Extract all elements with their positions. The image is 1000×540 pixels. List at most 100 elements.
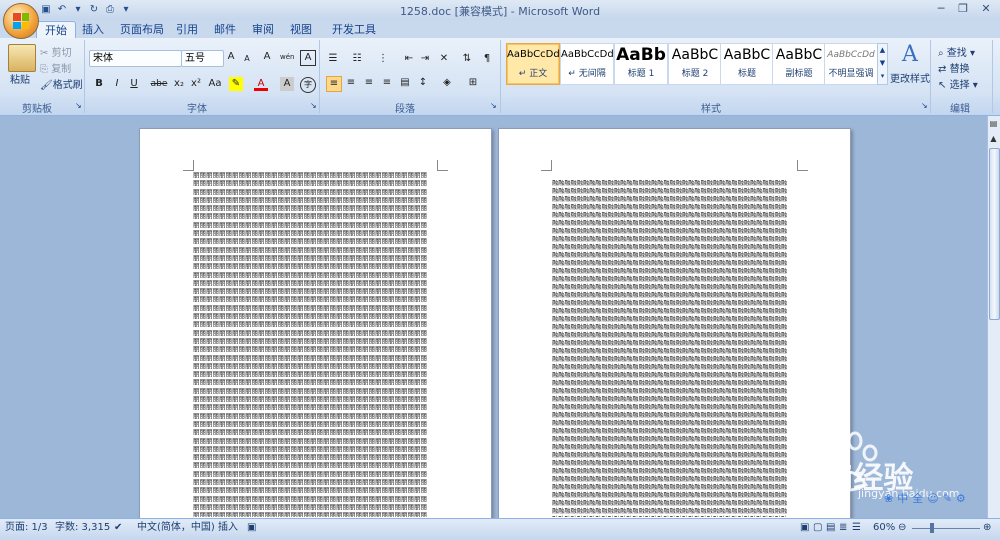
smile-icon[interactable]: ☺ bbox=[927, 492, 938, 505]
highlight-icon[interactable]: ✎ bbox=[229, 77, 243, 91]
sort-icon[interactable]: ⇅ bbox=[460, 52, 474, 66]
change-case-button[interactable]: Aa bbox=[206, 77, 224, 91]
paste-button[interactable]: 粘贴 bbox=[10, 71, 30, 86]
font-color-button[interactable]: A bbox=[254, 77, 268, 91]
minimize-button[interactable]: ─ bbox=[930, 0, 952, 18]
select-button[interactable]: ↖ 选择 ▾ bbox=[938, 76, 978, 91]
styles-scroll[interactable]: ▲ ▼ ▾ bbox=[877, 43, 888, 85]
style-subtle-emphasis[interactable]: AaBbCcDd 不明显强调 bbox=[824, 43, 878, 85]
replace-icon: ⇄ bbox=[938, 64, 947, 75]
ruler-toggle-icon[interactable]: ▤ bbox=[988, 119, 999, 131]
bd-toolbar-zh[interactable]: 中 bbox=[897, 490, 908, 506]
page-2-text: 融融融融融融融融融融融融融融融融融融融融融融融融融融融融融融融融融融融融融融 融… bbox=[552, 180, 788, 517]
zoom-in-icon[interactable]: ⊕ bbox=[983, 521, 991, 535]
font-size-select[interactable]: 五号 bbox=[181, 50, 224, 67]
superscript-button[interactable]: x² bbox=[189, 77, 203, 91]
align-right-icon[interactable]: ≡ bbox=[362, 76, 376, 90]
page-1-text: 丽丽丽丽丽丽丽丽丽丽丽丽丽丽丽丽丽丽丽丽丽丽丽丽丽丽丽丽丽丽丽丽丽丽丽丽 丽丽丽… bbox=[193, 171, 427, 517]
replace-button[interactable]: ⇄ 替换 bbox=[938, 60, 970, 75]
decrease-indent-icon[interactable]: ⇤ bbox=[402, 52, 416, 66]
style-normal[interactable]: AaBbCcDd ↵ 正文 bbox=[506, 43, 560, 85]
style-heading-2[interactable]: AaBbC 标题 2 bbox=[668, 43, 722, 85]
bold-button[interactable]: B bbox=[92, 77, 106, 91]
tab-home[interactable]: 开始 bbox=[36, 21, 76, 39]
clipboard-launcher-icon[interactable]: ↘ bbox=[75, 101, 82, 110]
window-title: 1258.doc [兼容模式] - Microsoft Word bbox=[399, 5, 601, 18]
tab-review[interactable]: 审阅 bbox=[244, 21, 282, 38]
shading-icon[interactable]: ◈ bbox=[440, 76, 454, 90]
view-print-layout-icon[interactable]: ▣ bbox=[800, 521, 809, 535]
scissors-icon: ✂ bbox=[40, 48, 49, 59]
zoom-level[interactable]: 60% bbox=[873, 521, 895, 535]
change-styles-icon[interactable]: A bbox=[893, 42, 927, 68]
tab-insert[interactable]: 插入 bbox=[74, 21, 112, 38]
strikethrough-button[interactable]: abe bbox=[150, 77, 168, 91]
language-indicator[interactable]: 中文(简体，中国) bbox=[137, 521, 215, 535]
shrink-font-button[interactable]: A bbox=[240, 52, 254, 66]
scrollbar-thumb[interactable] bbox=[989, 148, 1000, 320]
bullets-icon[interactable]: ☰ bbox=[326, 52, 340, 66]
style-subtitle[interactable]: AaBbC 副标题 bbox=[772, 43, 826, 85]
line-spacing-icon[interactable]: ↕ bbox=[416, 76, 430, 90]
insert-mode[interactable]: 插入 bbox=[218, 521, 238, 535]
copy-button[interactable]: ⎘ 复制 bbox=[40, 60, 71, 75]
format-painter-button[interactable]: 🖌格式刷 bbox=[40, 76, 83, 91]
find-button[interactable]: ⌕ 查找 ▾ bbox=[938, 44, 975, 59]
change-styles-button[interactable]: 更改样式 bbox=[890, 70, 930, 85]
subscript-button[interactable]: x₂ bbox=[172, 77, 186, 91]
style-heading-1[interactable]: AaBb 标题 1 bbox=[614, 43, 668, 85]
close-button[interactable]: ✕ bbox=[975, 0, 997, 18]
proofing-icon[interactable]: ✔ bbox=[114, 521, 122, 535]
show-marks-icon[interactable]: ¶ bbox=[480, 52, 494, 66]
view-draft-icon[interactable]: ☰ bbox=[852, 521, 861, 535]
word-count[interactable]: 字数: 3,315 bbox=[55, 521, 110, 535]
tab-page-layout[interactable]: 页面布局 bbox=[112, 21, 172, 38]
zoom-out-icon[interactable]: ⊖ bbox=[898, 521, 906, 535]
scroll-up-icon[interactable]: ▲ bbox=[988, 134, 999, 146]
char-shading-icon[interactable]: A bbox=[280, 77, 294, 91]
margin-mark bbox=[183, 160, 194, 171]
increase-indent-icon[interactable]: ⇥ bbox=[418, 52, 432, 66]
align-left-icon[interactable]: ≡ bbox=[326, 76, 342, 92]
styles-launcher-icon[interactable]: ↘ bbox=[921, 101, 928, 110]
view-outline-icon[interactable]: ≣ bbox=[839, 521, 847, 535]
view-full-screen-icon[interactable]: ▢ bbox=[813, 521, 822, 535]
phonetic-guide-button[interactable]: wén bbox=[280, 50, 294, 64]
tab-mailings[interactable]: 邮件 bbox=[206, 21, 244, 38]
view-web-icon[interactable]: ▤ bbox=[826, 521, 835, 535]
zoom-slider[interactable] bbox=[912, 528, 980, 529]
tab-view[interactable]: 视图 bbox=[282, 21, 320, 38]
multilevel-list-icon[interactable]: ⋮ bbox=[376, 52, 390, 66]
paste-icon[interactable] bbox=[8, 44, 36, 72]
grow-font-button[interactable]: A bbox=[224, 50, 238, 64]
restore-button[interactable]: ❐ bbox=[952, 0, 974, 18]
font-launcher-icon[interactable]: ↘ bbox=[310, 101, 317, 110]
distributed-icon[interactable]: ▤ bbox=[398, 76, 412, 90]
settings-icon[interactable]: ⚙ bbox=[956, 492, 966, 505]
clear-format-button[interactable]: A bbox=[260, 50, 274, 64]
underline-button[interactable]: U bbox=[127, 77, 141, 91]
justify-icon[interactable]: ≡ bbox=[380, 76, 394, 90]
italic-button[interactable]: I bbox=[110, 77, 124, 91]
cut-button[interactable]: ✂ 剪切 bbox=[40, 44, 72, 59]
style-title[interactable]: AaBbC 标题 bbox=[720, 43, 774, 85]
chinese-layout-icon[interactable]: ✕ bbox=[437, 52, 451, 66]
numbering-icon[interactable]: ☷ bbox=[350, 52, 364, 66]
paragraph-launcher-icon[interactable]: ↘ bbox=[490, 101, 497, 110]
bd-toolbar-full[interactable]: 全 bbox=[912, 490, 923, 506]
zoom-slider-thumb[interactable] bbox=[930, 523, 934, 533]
binoculars-icon: ⌕ bbox=[938, 48, 944, 59]
page-indicator[interactable]: 页面: 1/3 bbox=[5, 521, 48, 535]
tab-references[interactable]: 引用 bbox=[168, 21, 206, 38]
enclose-chars-button[interactable]: 字 bbox=[300, 77, 316, 93]
style-no-spacing[interactable]: AaBbCcDd ↵ 无间隔 bbox=[560, 43, 614, 85]
macro-record-icon[interactable]: ▣ bbox=[247, 521, 256, 535]
office-button[interactable] bbox=[3, 3, 39, 39]
align-center-icon[interactable]: ≡ bbox=[344, 76, 358, 90]
tab-developer[interactable]: 开发工具 bbox=[324, 21, 384, 38]
char-border-button[interactable]: A bbox=[300, 50, 316, 66]
font-name-select[interactable]: 宋体 bbox=[89, 50, 182, 67]
pen-icon[interactable]: ✎ bbox=[943, 492, 952, 505]
borders-icon[interactable]: ⊞ bbox=[466, 76, 480, 90]
paw-icon[interactable]: ❀ bbox=[884, 492, 893, 505]
